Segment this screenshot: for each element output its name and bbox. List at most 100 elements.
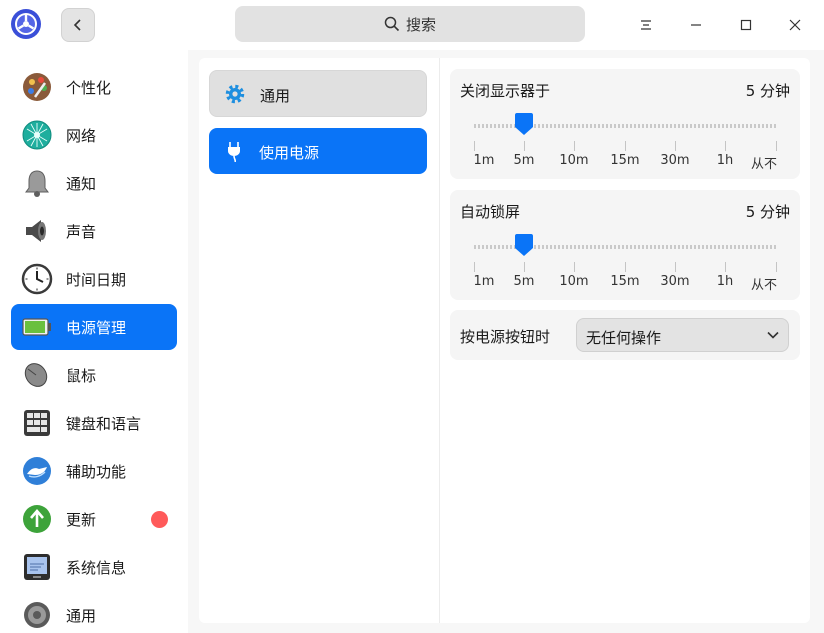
speaker-icon: [26, 220, 46, 242]
accessibility-icon: [23, 457, 51, 485]
auto-lock-value: 5 分钟: [745, 203, 790, 221]
sidebar-item-personalization[interactable]: 个性化: [11, 64, 177, 110]
plug-icon: [228, 142, 240, 162]
slider-tick-label: 10m: [559, 153, 589, 168]
search-input[interactable]: 搜索: [235, 6, 585, 42]
sidebar-item-label: 更新: [66, 511, 97, 529]
search-icon: [384, 16, 400, 32]
power-button-label: 按电源按钮时: [460, 328, 551, 346]
slider-tick: [675, 262, 676, 272]
chevron-down-icon: [767, 331, 779, 339]
back-button[interactable]: [61, 8, 95, 42]
control-center-logo-icon: [11, 9, 41, 39]
maximize-icon: [740, 19, 752, 31]
close-icon: [789, 19, 801, 31]
sidebar-item-sound[interactable]: 声音: [11, 208, 177, 254]
mouse-icon: [24, 363, 48, 387]
slider-tick: [574, 262, 575, 272]
slider-tick: [776, 262, 777, 272]
slider-tick-label: 15m: [610, 153, 640, 168]
sidebar-item-label: 时间日期: [66, 271, 127, 289]
slider-tick-label: 从不: [750, 278, 778, 293]
slider-tick-label: 30m: [660, 153, 690, 168]
slider-tick-label: 30m: [660, 274, 690, 289]
sidebar-item-mouse[interactable]: 鼠标: [11, 352, 177, 398]
power-subnav: 通用 使用电源: [199, 58, 439, 623]
sidebar-item-general[interactable]: 通用: [11, 592, 177, 633]
sidebar-item-notification[interactable]: 通知: [11, 160, 177, 206]
network-icon: [22, 120, 52, 150]
subnav-item-label: 使用电源: [259, 144, 320, 162]
personalization-icon: [23, 73, 51, 101]
slider-tick-label: 1h: [716, 274, 734, 289]
slider-tick: [474, 262, 475, 272]
slider-tick: [574, 141, 575, 151]
gear-icon: [225, 84, 245, 104]
menu-button[interactable]: [631, 10, 661, 40]
sidebar-item-label: 键盘和语言: [66, 415, 142, 433]
sidebar-item-label: 声音: [66, 223, 97, 241]
title-bar: 搜索: [0, 0, 824, 50]
sidebar-item-accessibility[interactable]: 辅助功能: [11, 448, 177, 494]
sidebar-item-keyboard[interactable]: 键盘和语言: [11, 400, 177, 446]
sidebar-item-system-info[interactable]: 系统信息: [11, 544, 177, 590]
screen-off-title: 关闭显示器于: [460, 82, 551, 100]
close-button[interactable]: [780, 10, 810, 40]
update-icon: [23, 505, 51, 533]
sidebar-item-update[interactable]: 更新: [11, 496, 177, 542]
slider-tick-label: 1m: [473, 274, 495, 289]
power-settings-panel: 关闭显示器于 5 分钟 1m 5m 10m 15m 30m 1h 从不 自动锁屏…: [440, 58, 810, 623]
sidebar: 个性化 网络 通知 声音 时间日期 电源管理 鼠标 键盘和语言 辅助功能 更新 …: [0, 50, 188, 633]
slider-tick: [524, 141, 525, 151]
sidebar-item-datetime[interactable]: 时间日期: [11, 256, 177, 302]
clock-icon: [21, 263, 53, 295]
auto-lock-slider-handle[interactable]: [514, 233, 534, 257]
bell-icon: [25, 170, 49, 197]
slider-tick-label: 5m: [513, 153, 535, 168]
update-badge: [151, 511, 168, 528]
search-placeholder: 搜索: [405, 15, 436, 34]
slider-tick: [725, 262, 726, 272]
maximize-button[interactable]: [731, 10, 761, 40]
sidebar-item-label: 电源管理: [66, 319, 127, 337]
slider-tick-label: 5m: [513, 274, 535, 289]
power-button-card: 按电源按钮时 无任何操作: [450, 310, 800, 360]
slider-tick: [474, 141, 475, 151]
subnav-item-use-power[interactable]: 使用电源: [209, 128, 427, 174]
slider-tick-label: 1m: [473, 153, 495, 168]
slider-tick-label: 10m: [559, 274, 589, 289]
menu-icon: [641, 20, 651, 30]
slider-tick: [725, 141, 726, 151]
power-button-selected-value: 无任何操作: [586, 329, 662, 347]
sidebar-item-label: 辅助功能: [66, 463, 127, 481]
sidebar-item-power[interactable]: 电源管理: [11, 304, 177, 350]
battery-icon: [22, 318, 51, 336]
sidebar-item-label: 个性化: [66, 79, 112, 97]
auto-lock-card: 自动锁屏 5 分钟 1m 5m 10m 15m 30m 1h 从不: [450, 190, 800, 300]
minimize-icon: [691, 24, 701, 26]
slider-tick: [524, 262, 525, 272]
slider-tick-label: 15m: [610, 274, 640, 289]
sidebar-item-label: 系统信息: [66, 559, 127, 577]
sidebar-item-label: 通知: [66, 175, 97, 193]
minimize-button[interactable]: [681, 10, 711, 40]
sidebar-item-label: 通用: [66, 607, 97, 625]
slider-tick: [625, 141, 626, 151]
slider-tick-label: 1h: [716, 153, 734, 168]
chevron-left-icon: [73, 19, 81, 31]
screen-off-slider-handle[interactable]: [514, 112, 534, 136]
screen-off-card: 关闭显示器于 5 分钟 1m 5m 10m 15m 30m 1h 从不: [450, 69, 800, 179]
auto-lock-title: 自动锁屏: [460, 203, 521, 221]
sidebar-item-label: 鼠标: [66, 367, 97, 385]
system-info-icon: [24, 554, 50, 580]
sidebar-item-label: 网络: [66, 127, 97, 145]
power-button-dropdown[interactable]: 无任何操作: [576, 318, 789, 352]
keyboard-icon: [24, 410, 50, 436]
general-gear-icon: [24, 602, 50, 628]
slider-tick: [625, 262, 626, 272]
subnav-item-general[interactable]: 通用: [209, 70, 427, 117]
slider-tick: [675, 141, 676, 151]
screen-off-value: 5 分钟: [745, 82, 790, 100]
sidebar-item-network[interactable]: 网络: [11, 112, 177, 158]
subnav-item-label: 通用: [260, 87, 291, 105]
